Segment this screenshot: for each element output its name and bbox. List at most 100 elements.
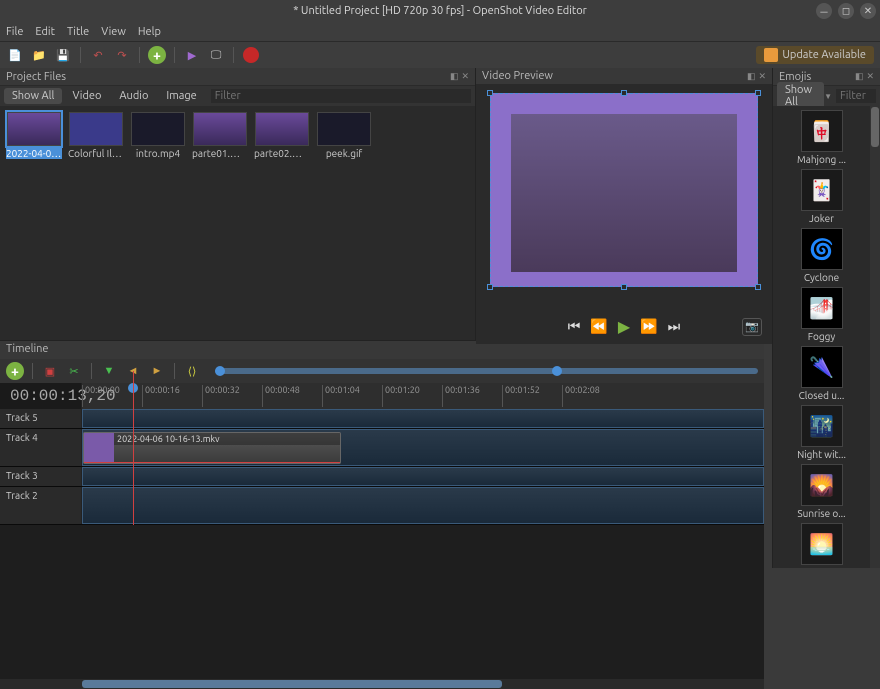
track-label: Track 4 — [0, 429, 82, 466]
project-files-list: 2022-04-06... Colorful Illus... intro.mp… — [0, 106, 475, 340]
snapshot-button[interactable]: 📷 — [742, 318, 762, 336]
emoji-filter[interactable] — [836, 89, 876, 103]
file-item[interactable]: parte01.mkv — [192, 112, 248, 159]
preview-frame[interactable] — [490, 93, 758, 287]
menu-view[interactable]: View — [101, 26, 126, 38]
detach-icon[interactable]: ◧ — [855, 71, 864, 82]
close-panel-icon[interactable]: ✕ — [461, 71, 469, 82]
close-panel-icon[interactable]: ✕ — [866, 71, 874, 82]
detach-icon[interactable]: ◧ — [450, 71, 459, 82]
window-title: * Untitled Project [HD 720p 30 fps] - Op… — [293, 5, 587, 17]
project-files-tabs: Show All Video Audio Image — [0, 86, 475, 106]
track-row[interactable]: Track 5 — [0, 409, 764, 429]
emoji-item[interactable]: 🃏Joker — [777, 169, 866, 224]
resize-handle[interactable] — [755, 284, 761, 290]
close-button[interactable]: ✕ — [860, 3, 876, 19]
emoji-item[interactable]: 🌂Closed u... — [777, 346, 866, 401]
tab-audio[interactable]: Audio — [111, 88, 156, 104]
detach-icon[interactable]: ◧ — [747, 71, 756, 82]
file-label: parte02.mkv — [254, 148, 310, 159]
save-project-icon[interactable]: 💾 — [54, 46, 72, 64]
menu-edit[interactable]: Edit — [35, 26, 55, 38]
fullscreen-icon[interactable]: 🖵 — [207, 46, 225, 64]
transport-controls: ⏮ ⏪ ▶ ⏩ ⏭ 📷 — [486, 317, 762, 336]
choose-profile-icon[interactable]: ▶ — [183, 46, 201, 64]
file-item[interactable]: intro.mp4 — [130, 112, 186, 159]
file-label: Colorful Illus... — [68, 148, 124, 159]
resize-handle[interactable] — [621, 284, 627, 290]
menubar: File Edit Title View Help — [0, 22, 880, 42]
emoji-item[interactable]: 🀄Mahjong ... — [777, 110, 866, 165]
timeline-tracks: Track 5 Track 4 2022-04-06 10-16-13.mkv … — [0, 409, 764, 679]
snapping-icon[interactable]: ▣ — [41, 362, 59, 380]
timeline-scrollbar[interactable] — [0, 679, 764, 689]
project-files-panel: Project Files ◧ ✕ Show All Video Audio I… — [0, 68, 476, 340]
file-item[interactable]: parte02.mkv — [254, 112, 310, 159]
open-project-icon[interactable]: 📁 — [30, 46, 48, 64]
file-item[interactable]: Colorful Illus... — [68, 112, 124, 159]
update-label: Update Available — [782, 49, 866, 61]
add-track-button[interactable]: + — [6, 362, 24, 380]
zoom-slider[interactable] — [215, 368, 758, 374]
resize-handle[interactable] — [621, 90, 627, 96]
export-video-button[interactable] — [242, 46, 260, 64]
resize-handle[interactable] — [755, 90, 761, 96]
dropdown-icon[interactable]: ▼ — [824, 92, 832, 101]
playhead-line — [133, 371, 134, 525]
tab-show-all[interactable]: Show All — [4, 88, 62, 104]
timeline-clip[interactable]: 2022-04-06 10-16-13.mkv — [83, 432, 341, 464]
minimize-button[interactable]: － — [816, 3, 832, 19]
file-label: 2022-04-06... — [6, 148, 62, 159]
file-item[interactable]: peek.gif — [316, 112, 372, 159]
resize-handle[interactable] — [487, 284, 493, 290]
track-label: Track 5 — [0, 409, 82, 428]
project-files-filter[interactable] — [211, 89, 471, 103]
file-item[interactable]: 2022-04-06... — [6, 112, 62, 159]
track-row[interactable]: Track 4 2022-04-06 10-16-13.mkv — [0, 429, 764, 467]
fast-forward-button[interactable]: ⏩ — [640, 318, 657, 335]
project-files-title: Project Files — [6, 71, 66, 83]
add-marker-icon[interactable]: ▼ — [100, 362, 118, 380]
emoji-item[interactable]: 🌅Sunrise — [777, 523, 866, 568]
redo-icon[interactable]: ↷ — [113, 46, 131, 64]
clip-label: 2022-04-06 10-16-13.mkv — [114, 433, 340, 445]
close-panel-icon[interactable]: ✕ — [758, 71, 766, 82]
center-playhead-icon[interactable]: ⟨⟩ — [183, 362, 201, 380]
emoji-item[interactable]: 🌀Cyclone — [777, 228, 866, 283]
emoji-list: 🀄Mahjong ... 🃏Joker 🌀Cyclone 🌁Foggy 🌂Clo… — [773, 106, 870, 568]
jump-end-button[interactable]: ⏭ — [668, 318, 681, 335]
update-available-button[interactable]: Update Available — [756, 46, 874, 64]
file-label: parte01.mkv — [192, 148, 248, 159]
titlebar: * Untitled Project [HD 720p 30 fps] - Op… — [0, 0, 880, 22]
emoji-item[interactable]: 🌃Night wit... — [777, 405, 866, 460]
emoji-item[interactable]: 🌁Foggy — [777, 287, 866, 342]
menu-help[interactable]: Help — [138, 26, 161, 38]
tab-video[interactable]: Video — [64, 88, 109, 104]
new-project-icon[interactable]: 📄 — [6, 46, 24, 64]
track-row[interactable]: Track 3 — [0, 467, 764, 487]
track-row[interactable]: Track 2 — [0, 487, 764, 525]
timeline-title: Timeline — [6, 343, 49, 355]
maximize-button[interactable]: ◻ — [838, 3, 854, 19]
menu-title[interactable]: Title — [67, 26, 89, 38]
tab-image[interactable]: Image — [158, 88, 204, 104]
jump-start-button[interactable]: ⏮ — [568, 318, 581, 335]
undo-icon[interactable]: ↶ — [89, 46, 107, 64]
razor-icon[interactable]: ✂ — [65, 362, 83, 380]
video-preview-panel: Video Preview ◧ ✕ ⏮ ⏪ ▶ ⏩ ⏭ 📷 — [476, 68, 772, 340]
track-label: Track 2 — [0, 487, 82, 524]
next-marker-icon[interactable]: ► — [148, 362, 166, 380]
timecode-display: 00:00:13,20 — [0, 383, 82, 409]
emojis-title: Emojis — [779, 71, 811, 83]
resize-handle[interactable] — [487, 90, 493, 96]
menu-file[interactable]: File — [6, 26, 23, 38]
timeline-panel: Timeline + ▣ ✂ ▼ ◄ ► ⟨⟩ 00:00:13,20 00:0… — [0, 340, 764, 689]
rewind-button[interactable]: ⏪ — [590, 318, 607, 335]
timeline-ruler[interactable]: 00:00:13,20 00:00:00 00:00:16 00:00:32 0… — [0, 383, 764, 409]
emoji-scrollbar[interactable] — [870, 106, 880, 568]
timeline-toolbar: + ▣ ✂ ▼ ◄ ► ⟨⟩ — [0, 359, 764, 383]
emoji-item[interactable]: 🌄Sunrise o... — [777, 464, 866, 519]
play-button[interactable]: ▶ — [618, 317, 630, 336]
import-files-button[interactable]: + — [148, 46, 166, 64]
update-icon — [764, 48, 778, 62]
